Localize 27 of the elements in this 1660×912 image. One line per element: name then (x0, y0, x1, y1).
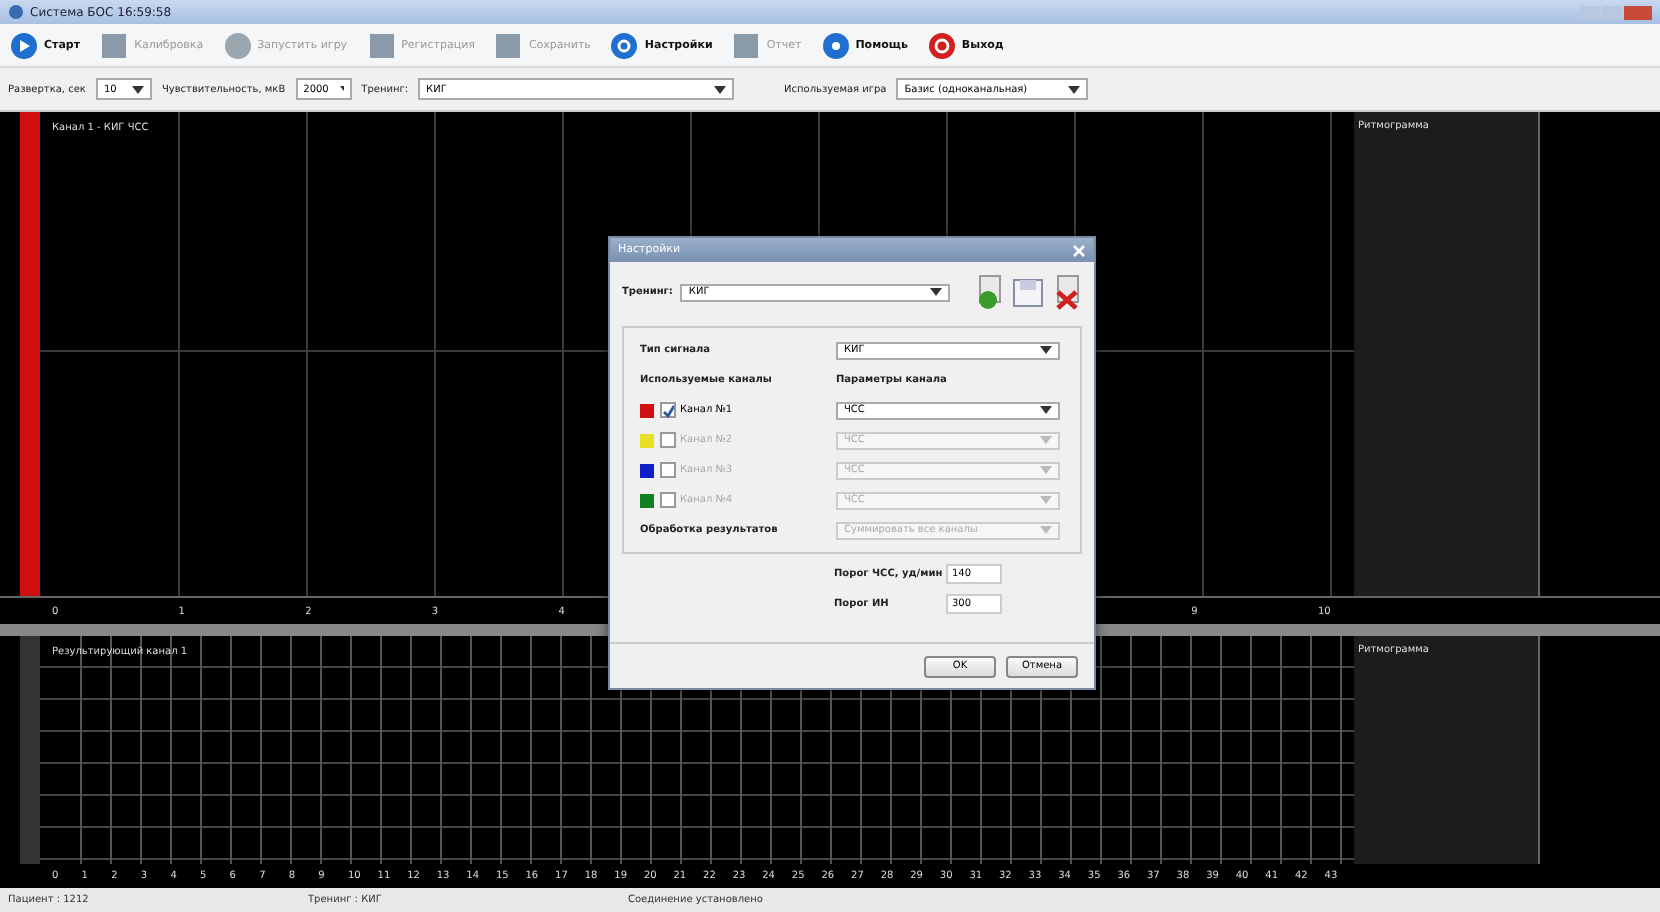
caret-icon (131, 85, 144, 93)
add-document-icon[interactable] (973, 274, 1005, 310)
save-icon[interactable] (1012, 274, 1044, 310)
square-icon (100, 31, 129, 59)
power-icon (927, 31, 956, 59)
caret-icon (1040, 436, 1052, 444)
window-controls-icon[interactable] (1580, 3, 1652, 21)
settings-icon (610, 31, 639, 59)
caret-icon (1040, 346, 1052, 354)
caret-icon (1040, 526, 1052, 534)
delete-document-icon[interactable] (1051, 274, 1082, 310)
app-icon (8, 4, 24, 20)
play-icon (10, 31, 38, 59)
caret-icon (1040, 496, 1052, 504)
square-icon (494, 31, 523, 59)
checkmark-icon (662, 404, 674, 418)
caret-icon (929, 288, 942, 296)
caret-icon (1040, 406, 1052, 414)
caret-icon (714, 85, 727, 93)
close-icon[interactable] (1072, 243, 1086, 257)
square-icon (367, 31, 396, 59)
help-icon (821, 31, 850, 59)
caret-icon (1068, 85, 1081, 93)
circle-icon (223, 31, 252, 59)
square-icon (732, 31, 761, 59)
caret-icon (1040, 466, 1052, 474)
caret-icon (340, 85, 344, 93)
